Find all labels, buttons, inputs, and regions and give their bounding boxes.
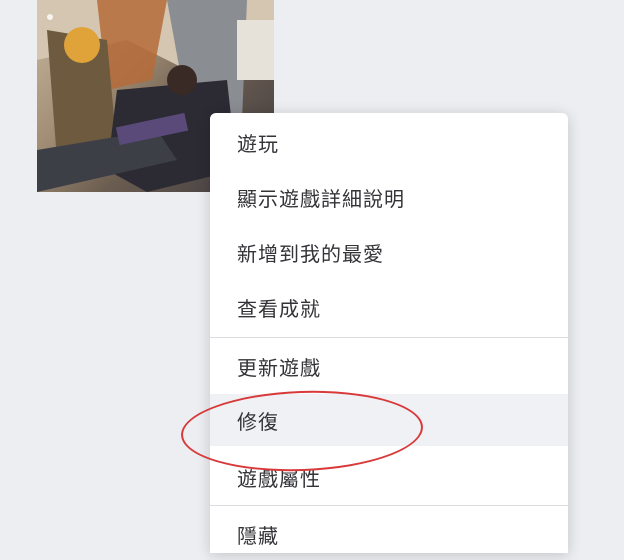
menu-item-label: 修復: [237, 409, 279, 434]
menu-item-label: 顯示遊戲詳細說明: [237, 186, 405, 211]
menu-item-label: 遊玩: [237, 131, 279, 156]
menu-item-hide[interactable]: 隱藏: [210, 508, 568, 560]
tile-indicator-dot: [47, 14, 53, 20]
menu-item-label: 查看成就: [237, 296, 321, 321]
menu-divider: [210, 505, 568, 506]
menu-item-label: 隱藏: [237, 523, 279, 548]
menu-item-label: 新增到我的最愛: [237, 241, 384, 266]
menu-item-update-game[interactable]: 更新遊戲: [210, 340, 568, 392]
menu-item-view-achievements[interactable]: 查看成就: [210, 281, 568, 333]
menu-item-add-favorite[interactable]: 新增到我的最愛: [210, 226, 568, 278]
game-context-menu: 遊玩 顯示遊戲詳細說明 新增到我的最愛 查看成就 更新遊戲 修復 遊戲屬性 隱藏: [210, 113, 568, 553]
menu-item-label: 遊戲屬性: [237, 466, 321, 491]
menu-item-play[interactable]: 遊玩: [210, 116, 568, 168]
menu-item-repair[interactable]: 修復: [210, 394, 568, 446]
menu-item-game-properties[interactable]: 遊戲屬性: [210, 451, 568, 503]
menu-divider: [210, 337, 568, 338]
menu-item-show-details[interactable]: 顯示遊戲詳細說明: [210, 171, 568, 223]
menu-item-label: 更新遊戲: [237, 355, 321, 380]
